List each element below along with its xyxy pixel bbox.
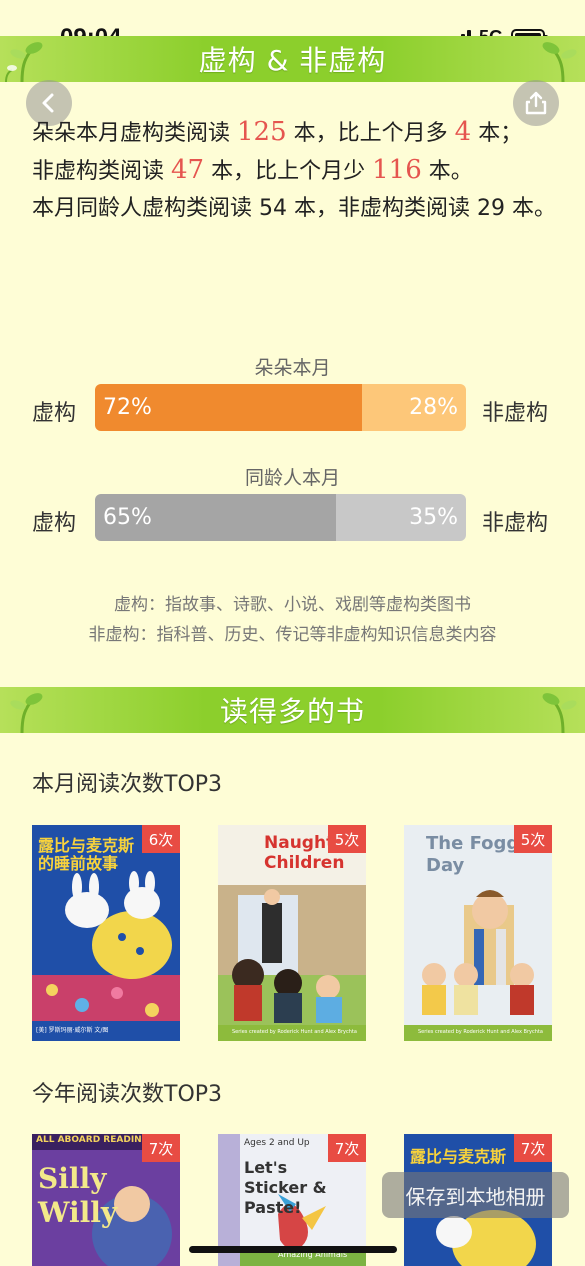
- fiction-segment: 65%: [95, 494, 337, 541]
- nonfiction-label: 非虚构: [482, 511, 549, 536]
- book-series-credit: Series created by Roderick Hunt and Alex…: [232, 1029, 357, 1035]
- save-to-album-toast: 保存到本地相册: [382, 1172, 569, 1218]
- book-cover[interactable]: The Foggy Day Series created by Roderick…: [404, 825, 552, 1041]
- bar-caption-peer: 同龄人本月: [244, 467, 340, 489]
- read-count-badge: 6次: [142, 825, 180, 853]
- header-banner: 虚构 & 非虚构: [0, 36, 585, 82]
- summary-text: 本，比上个月少: [211, 159, 366, 184]
- year-top3-label: 今年阅读次数TOP3: [32, 1082, 223, 1107]
- share-icon: [525, 91, 547, 115]
- nonfiction-segment: 35%: [336, 494, 466, 541]
- book-cover[interactable]: Naughty Children Series created by Roder…: [218, 825, 366, 1041]
- read-count-badge: 5次: [328, 825, 366, 853]
- book-age: Ages 2 and Up: [244, 1138, 310, 1148]
- fiction-definition: 虚构：指故事、诗歌、小说、戏剧等虚构类图书: [114, 595, 471, 615]
- book-author: [美] 罗斯玛丽·威尔斯 文/图: [36, 1027, 109, 1034]
- bar-caption-self: 朵朵本月: [254, 357, 331, 379]
- peer-summary: 本月同龄人虚构类阅读 54 本，非虚构类阅读 29 本。: [32, 196, 556, 221]
- summary-text: 朵朵本月虚构类阅读: [32, 121, 231, 146]
- nonfiction-definition: 非虚构：指科普、历史、传记等非虚构知识信息类内容: [88, 625, 497, 645]
- sprout-left-icon: [10, 693, 43, 733]
- nonfiction-label: 非虚构: [482, 401, 549, 426]
- read-count-badge: 7次: [142, 1134, 180, 1162]
- books-section-title: 读得多的书: [219, 695, 365, 728]
- summary-text: 本，比上个月多: [293, 121, 448, 146]
- nonfiction-diff: 116: [372, 155, 422, 185]
- fiction-segment: 72%: [95, 384, 363, 431]
- ratio-bar-peer: 65% 35%: [95, 494, 466, 541]
- fiction-diff: 4: [454, 117, 472, 147]
- books-banner: 读得多的书: [0, 687, 585, 733]
- month-top3-label: 本月阅读次数TOP3: [32, 772, 223, 797]
- nonfiction-segment: 28%: [362, 384, 466, 431]
- nonfiction-count: 47: [171, 155, 205, 185]
- ratio-bar-self: 72% 28%: [95, 384, 466, 431]
- book-series-credit: Series created by Roderick Hunt and Alex…: [418, 1029, 543, 1035]
- reading-summary: 朵朵本月虚构类阅读 125 本，比上个月多 4 本； 非虚构类阅读 47 本，比…: [32, 114, 562, 227]
- read-count-badge: 7次: [328, 1134, 366, 1162]
- book-cover[interactable]: 露比与麦克斯的睡前故事 [美] 罗斯玛丽·威尔斯 文/图 6次: [32, 825, 180, 1041]
- read-count-badge: 5次: [514, 825, 552, 853]
- summary-text: 非虚构类阅读: [32, 159, 165, 184]
- summary-text: 本。: [428, 159, 473, 184]
- home-indicator[interactable]: [189, 1246, 397, 1253]
- book-series: ALL ABOARD READING: [36, 1135, 150, 1145]
- book-title: Silly Willy: [38, 1162, 118, 1229]
- book-title: 露比与麦克斯: [410, 1147, 507, 1166]
- book-cover[interactable]: ALL ABOARD READING Silly Willy 7次: [32, 1134, 180, 1266]
- page-title: 虚构 & 非虚构: [198, 44, 387, 77]
- sprout-left-icon: [5, 42, 43, 82]
- read-count-badge: 7次: [514, 1134, 552, 1162]
- sprout-right-icon: [542, 42, 577, 82]
- book-title: 露比与麦克斯的睡前故事: [38, 836, 135, 873]
- book-title: Let's Sticker & Paste!: [244, 1158, 327, 1217]
- fiction-label: 虚构: [32, 401, 77, 426]
- sprout-right-icon: [542, 693, 577, 733]
- summary-text: 本；: [478, 121, 523, 146]
- fiction-count: 125: [237, 117, 287, 147]
- fiction-label: 虚构: [32, 511, 77, 536]
- chevron-left-icon: [42, 93, 54, 113]
